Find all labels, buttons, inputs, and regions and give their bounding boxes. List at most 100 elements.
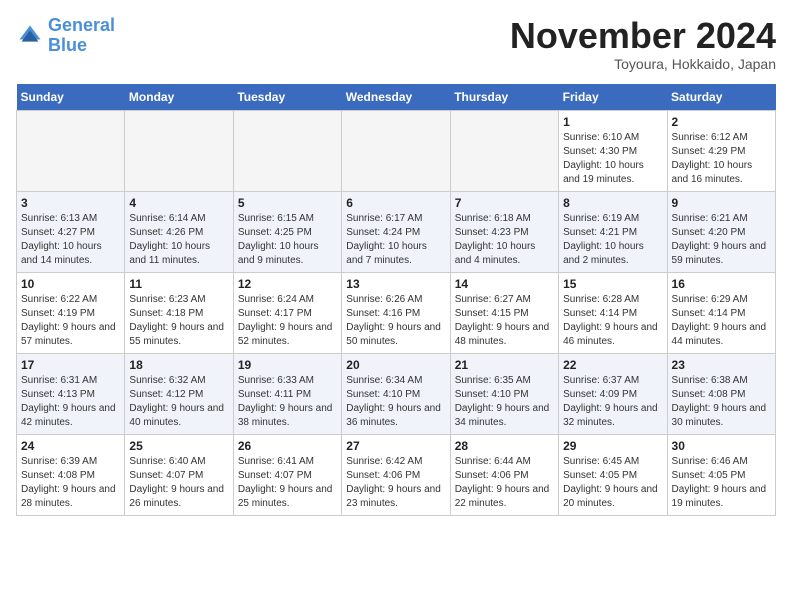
day-number: 22	[563, 358, 662, 372]
day-number: 16	[672, 277, 771, 291]
calendar-body: 1 Sunrise: 6:10 AM Sunset: 4:30 PM Daylig…	[17, 110, 776, 515]
day-info: Sunrise: 6:29 AM Sunset: 4:14 PM Dayligh…	[672, 293, 771, 349]
day-number: 19	[238, 358, 337, 372]
day-number: 18	[129, 358, 228, 372]
calendar-day-cell: 10 Sunrise: 6:22 AM Sunset: 4:19 PM Dayli…	[17, 272, 125, 353]
calendar-day-cell: 2 Sunrise: 6:12 AM Sunset: 4:29 PM Daylig…	[667, 110, 775, 191]
day-info: Sunrise: 6:18 AM Sunset: 4:23 PM Dayligh…	[455, 212, 554, 268]
day-info: Sunrise: 6:24 AM Sunset: 4:17 PM Dayligh…	[238, 293, 337, 349]
day-info: Sunrise: 6:12 AM Sunset: 4:29 PM Dayligh…	[672, 131, 771, 187]
day-info: Sunrise: 6:34 AM Sunset: 4:10 PM Dayligh…	[346, 374, 445, 430]
day-number: 12	[238, 277, 337, 291]
calendar-day-cell: 17 Sunrise: 6:31 AM Sunset: 4:13 PM Dayli…	[17, 353, 125, 434]
weekday-header-cell: Monday	[125, 84, 233, 111]
day-number: 13	[346, 277, 445, 291]
month-title: November 2024	[510, 16, 776, 56]
day-info: Sunrise: 6:39 AM Sunset: 4:08 PM Dayligh…	[21, 455, 120, 511]
calendar-day-cell: 3 Sunrise: 6:13 AM Sunset: 4:27 PM Daylig…	[17, 191, 125, 272]
location-subtitle: Toyoura, Hokkaido, Japan	[510, 56, 776, 72]
day-number: 3	[21, 196, 120, 210]
day-info: Sunrise: 6:46 AM Sunset: 4:05 PM Dayligh…	[672, 455, 771, 511]
day-number: 15	[563, 277, 662, 291]
day-info: Sunrise: 6:26 AM Sunset: 4:16 PM Dayligh…	[346, 293, 445, 349]
calendar-day-cell: 30 Sunrise: 6:46 AM Sunset: 4:05 PM Dayli…	[667, 434, 775, 515]
page-header: General Blue November 2024 Toyoura, Hokk…	[16, 16, 776, 72]
day-number: 2	[672, 115, 771, 129]
calendar-day-cell: 14Sunrise: 6:27 AM Sunset: 4:15 PM Dayli…	[450, 272, 558, 353]
day-number: 4	[129, 196, 228, 210]
calendar-day-cell: 15 Sunrise: 6:28 AM Sunset: 4:14 PM Dayli…	[559, 272, 667, 353]
logo-icon	[16, 22, 44, 50]
calendar-day-cell: 25Sunrise: 6:40 AM Sunset: 4:07 PM Dayli…	[125, 434, 233, 515]
calendar-day-cell: 26 Sunrise: 6:41 AM Sunset: 4:07 PM Dayli…	[233, 434, 341, 515]
calendar-day-cell: 24 Sunrise: 6:39 AM Sunset: 4:08 PM Dayli…	[17, 434, 125, 515]
calendar-week-row: 17 Sunrise: 6:31 AM Sunset: 4:13 PM Dayli…	[17, 353, 776, 434]
day-info: Sunrise: 6:33 AM Sunset: 4:11 PM Dayligh…	[238, 374, 337, 430]
day-info: Sunrise: 6:22 AM Sunset: 4:19 PM Dayligh…	[21, 293, 120, 349]
logo-line2: Blue	[48, 35, 87, 55]
calendar-day-cell: 11Sunrise: 6:23 AM Sunset: 4:18 PM Dayli…	[125, 272, 233, 353]
day-number: 17	[21, 358, 120, 372]
calendar-day-cell: 18 Sunrise: 6:32 AM Sunset: 4:12 PM Dayli…	[125, 353, 233, 434]
calendar-day-cell: 22 Sunrise: 6:37 AM Sunset: 4:09 PM Dayli…	[559, 353, 667, 434]
day-number: 20	[346, 358, 445, 372]
day-info: Sunrise: 6:14 AM Sunset: 4:26 PM Dayligh…	[129, 212, 228, 268]
day-info: Sunrise: 6:45 AM Sunset: 4:05 PM Dayligh…	[563, 455, 662, 511]
calendar-day-cell: 27Sunrise: 6:42 AM Sunset: 4:06 PM Dayli…	[342, 434, 450, 515]
calendar-day-cell	[17, 110, 125, 191]
calendar-day-cell: 29Sunrise: 6:45 AM Sunset: 4:05 PM Dayli…	[559, 434, 667, 515]
calendar-day-cell: 8Sunrise: 6:19 AM Sunset: 4:21 PM Daylig…	[559, 191, 667, 272]
day-info: Sunrise: 6:10 AM Sunset: 4:30 PM Dayligh…	[563, 131, 662, 187]
calendar-day-cell: 20 Sunrise: 6:34 AM Sunset: 4:10 PM Dayli…	[342, 353, 450, 434]
day-info: Sunrise: 6:44 AM Sunset: 4:06 PM Dayligh…	[455, 455, 554, 511]
day-info: Sunrise: 6:35 AM Sunset: 4:10 PM Dayligh…	[455, 374, 554, 430]
day-number: 8	[563, 196, 662, 210]
calendar-day-cell: 13 Sunrise: 6:26 AM Sunset: 4:16 PM Dayli…	[342, 272, 450, 353]
day-number: 1	[563, 115, 662, 129]
day-number: 25	[129, 439, 228, 453]
weekday-header-cell: Friday	[559, 84, 667, 111]
day-info: Sunrise: 6:42 AM Sunset: 4:06 PM Dayligh…	[346, 455, 445, 511]
title-section: November 2024 Toyoura, Hokkaido, Japan	[510, 16, 776, 72]
calendar-table: SundayMondayTuesdayWednesdayThursdayFrid…	[16, 84, 776, 516]
day-info: Sunrise: 6:38 AM Sunset: 4:08 PM Dayligh…	[672, 374, 771, 430]
weekday-header-cell: Tuesday	[233, 84, 341, 111]
day-info: Sunrise: 6:37 AM Sunset: 4:09 PM Dayligh…	[563, 374, 662, 430]
day-info: Sunrise: 6:41 AM Sunset: 4:07 PM Dayligh…	[238, 455, 337, 511]
day-info: Sunrise: 6:31 AM Sunset: 4:13 PM Dayligh…	[21, 374, 120, 430]
day-info: Sunrise: 6:17 AM Sunset: 4:24 PM Dayligh…	[346, 212, 445, 268]
weekday-header-cell: Thursday	[450, 84, 558, 111]
calendar-day-cell: 21 Sunrise: 6:35 AM Sunset: 4:10 PM Dayli…	[450, 353, 558, 434]
day-number: 9	[672, 196, 771, 210]
calendar-day-cell: 4 Sunrise: 6:14 AM Sunset: 4:26 PM Daylig…	[125, 191, 233, 272]
day-number: 21	[455, 358, 554, 372]
weekday-header-cell: Saturday	[667, 84, 775, 111]
day-number: 28	[455, 439, 554, 453]
calendar-week-row: 10 Sunrise: 6:22 AM Sunset: 4:19 PM Dayli…	[17, 272, 776, 353]
logo: General Blue	[16, 16, 115, 56]
day-info: Sunrise: 6:28 AM Sunset: 4:14 PM Dayligh…	[563, 293, 662, 349]
calendar-day-cell	[450, 110, 558, 191]
calendar-day-cell: 1 Sunrise: 6:10 AM Sunset: 4:30 PM Daylig…	[559, 110, 667, 191]
day-number: 24	[21, 439, 120, 453]
day-number: 6	[346, 196, 445, 210]
day-info: Sunrise: 6:27 AM Sunset: 4:15 PM Dayligh…	[455, 293, 554, 349]
logo-text: General Blue	[48, 16, 115, 56]
day-info: Sunrise: 6:15 AM Sunset: 4:25 PM Dayligh…	[238, 212, 337, 268]
calendar-day-cell: 6 Sunrise: 6:17 AM Sunset: 4:24 PM Daylig…	[342, 191, 450, 272]
day-number: 30	[672, 439, 771, 453]
day-number: 5	[238, 196, 337, 210]
calendar-week-row: 24 Sunrise: 6:39 AM Sunset: 4:08 PM Dayli…	[17, 434, 776, 515]
calendar-day-cell: 9Sunrise: 6:21 AM Sunset: 4:20 PM Daylig…	[667, 191, 775, 272]
day-number: 7	[455, 196, 554, 210]
day-info: Sunrise: 6:32 AM Sunset: 4:12 PM Dayligh…	[129, 374, 228, 430]
calendar-week-row: 1 Sunrise: 6:10 AM Sunset: 4:30 PM Daylig…	[17, 110, 776, 191]
calendar-day-cell	[125, 110, 233, 191]
day-info: Sunrise: 6:13 AM Sunset: 4:27 PM Dayligh…	[21, 212, 120, 268]
weekday-header-row: SundayMondayTuesdayWednesdayThursdayFrid…	[17, 84, 776, 111]
day-number: 26	[238, 439, 337, 453]
calendar-week-row: 3 Sunrise: 6:13 AM Sunset: 4:27 PM Daylig…	[17, 191, 776, 272]
day-number: 10	[21, 277, 120, 291]
weekday-header-cell: Sunday	[17, 84, 125, 111]
calendar-day-cell: 7 Sunrise: 6:18 AM Sunset: 4:23 PM Daylig…	[450, 191, 558, 272]
